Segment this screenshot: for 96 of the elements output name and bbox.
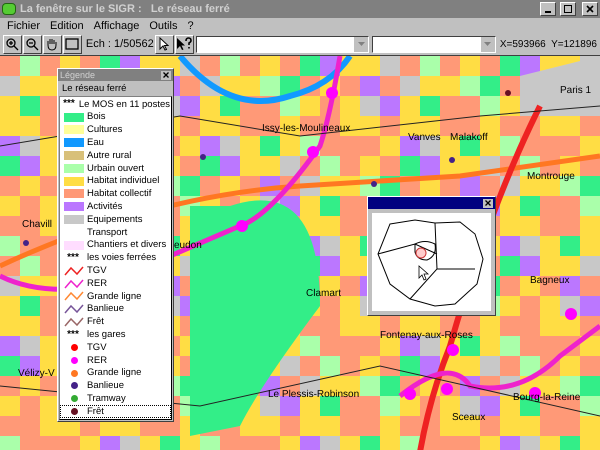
legend-item[interactable]: Frêt: [60, 316, 171, 328]
legend-label: Eau: [87, 138, 104, 148]
legend-label: Le MOS en 11 postes: [78, 100, 170, 110]
app-icon: [2, 3, 16, 15]
menu-item[interactable]: Edition: [50, 18, 84, 34]
menu-item[interactable]: ?: [187, 18, 194, 34]
legend-label: Banlieue: [87, 304, 124, 314]
legend-label: Habitat collectif: [87, 189, 152, 199]
legend-label: Grande ligne: [87, 368, 142, 378]
legend-item[interactable]: Autre rural: [60, 149, 171, 162]
legend-item[interactable]: Habitat individuel: [60, 174, 171, 188]
legend-label: RER: [87, 278, 108, 288]
legend-label: Cultures: [87, 125, 122, 135]
close-button[interactable]: [161, 70, 171, 80]
legend-item[interactable]: TGV: [60, 341, 171, 354]
coordinates-readout: X=593966 Y=121896: [500, 38, 597, 52]
maximize-icon: [564, 5, 572, 13]
zoom-out-icon: [25, 37, 40, 51]
full-extent-button[interactable]: [62, 34, 82, 54]
asterisks-marker: ***: [66, 252, 80, 263]
minimize-button[interactable]: [540, 2, 556, 16]
legend-item[interactable]: Frêt: [60, 405, 171, 418]
hand-icon: [45, 37, 60, 51]
legend-item[interactable]: Bois: [60, 110, 171, 124]
legend-label: Frêt: [87, 317, 104, 327]
pan-button[interactable]: [42, 34, 62, 54]
rectangle-icon: [65, 38, 80, 50]
legend-item[interactable]: *** les gares: [60, 328, 171, 342]
asterisks-marker: ***: [66, 330, 80, 340]
place-label: Bagneux: [530, 276, 570, 286]
info-button[interactable]: [174, 34, 194, 54]
legend-label: Equipements: [87, 214, 142, 224]
close-icon: [163, 72, 169, 78]
legend-label: les gares: [87, 330, 126, 340]
legend-label: TGV: [87, 266, 107, 276]
legend-label: Urbain ouvert: [87, 164, 144, 174]
legend-label: Grande ligne: [87, 292, 142, 302]
zoom-in-button[interactable]: [3, 34, 22, 54]
legend-item[interactable]: RER: [60, 354, 171, 367]
place-label: eudon: [174, 241, 202, 251]
layer-dropdown[interactable]: [196, 36, 370, 52]
place-label: Vélizy-V: [18, 369, 55, 379]
legend-label: RER: [87, 356, 108, 366]
place-label: Issy-les-Moulineaux: [262, 124, 350, 134]
legend-label: les voies ferrées: [87, 253, 156, 263]
place-label: Le Plessis-Robinson: [268, 390, 360, 400]
legend-item[interactable]: TGV: [60, 264, 171, 278]
legend-label: Bois: [87, 112, 106, 122]
place-label: Paris 1: [560, 86, 592, 96]
legend-item[interactable]: Tramway: [60, 392, 171, 406]
legend-item[interactable]: Transport: [60, 226, 171, 239]
pointer-question-icon: [176, 37, 192, 51]
place-label: Chavill: [22, 220, 52, 230]
scale-label: Ech : 1/50562: [86, 36, 154, 52]
legend-label: Banlieue: [87, 381, 124, 391]
legend-title: Légende: [60, 70, 96, 80]
legend-label: Habitat individuel: [87, 176, 160, 186]
legend-item[interactable]: *** Le MOS en 11 postes: [60, 98, 171, 111]
legend-label: Activités: [87, 202, 122, 212]
legend-label: Autre rural: [87, 150, 132, 160]
layer-name: Le réseau ferré: [61, 82, 128, 96]
legend-item[interactable]: Grande ligne: [60, 366, 171, 380]
asterisks-marker: ***: [62, 99, 76, 110]
select-button[interactable]: [154, 34, 174, 54]
window-title: La fenêtre sur le SIGR : Le réseau ferré: [20, 2, 231, 17]
legend-item[interactable]: Chantiers et divers: [60, 238, 171, 252]
legend-item[interactable]: RER: [60, 277, 171, 290]
legend-label: Tramway: [87, 394, 126, 404]
zoom-in-icon: [5, 37, 20, 51]
legend-item[interactable]: Grande ligne: [60, 290, 171, 303]
zoom-out-button[interactable]: [22, 34, 42, 54]
pointer-icon: [159, 37, 170, 51]
legend-item[interactable]: Cultures: [60, 124, 171, 136]
legend-item[interactable]: Banlieue: [60, 302, 171, 316]
legend-label: Chantiers et divers: [87, 240, 166, 250]
legend-item[interactable]: *** les voies ferrées: [60, 252, 171, 264]
close-button[interactable]: [483, 198, 493, 208]
close-button[interactable]: [582, 2, 598, 16]
close-icon: [586, 5, 594, 13]
menu-item[interactable]: Outils: [149, 18, 178, 34]
legend-item[interactable]: Banlieue: [60, 380, 171, 392]
legend-label: TGV: [87, 342, 107, 352]
place-label: Sceaux: [452, 413, 486, 423]
legend-item[interactable]: Eau: [60, 136, 171, 150]
legend-item[interactable]: Activités: [60, 200, 171, 214]
maximize-button[interactable]: [560, 2, 576, 16]
menu-item[interactable]: Affichage: [94, 18, 140, 34]
legend-label: Transport: [87, 228, 128, 238]
place-label: Montrouge: [527, 172, 575, 182]
legend-item[interactable]: Equipements: [60, 213, 171, 226]
menu-item[interactable]: Fichier: [7, 18, 40, 34]
legend-item[interactable]: Habitat collectif: [60, 188, 171, 200]
object-dropdown[interactable]: [372, 36, 496, 52]
legend-label: Frêt: [87, 406, 104, 416]
legend-item[interactable]: Urbain ouvert: [60, 162, 171, 175]
close-icon: [485, 200, 491, 206]
